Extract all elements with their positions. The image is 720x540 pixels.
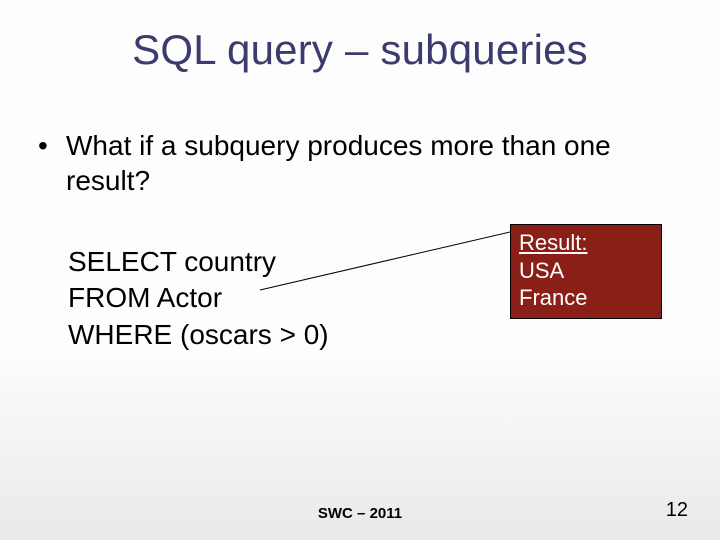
bullet-marker: • (38, 128, 66, 198)
page-number: 12 (666, 499, 688, 522)
result-row-1: USA (519, 257, 653, 285)
result-label: Result: (519, 229, 653, 257)
result-box: Result: USA France (510, 224, 662, 319)
sql-line-3: WHERE (oscars > 0) (68, 317, 682, 353)
slide: SQL query – subqueries • What if a subqu… (0, 0, 720, 540)
bullet-item: • What if a subquery produces more than … (38, 128, 682, 198)
bullet-text: What if a subquery produces more than on… (66, 128, 682, 198)
footer-text: SWC – 2011 (0, 505, 720, 522)
slide-title: SQL query – subqueries (0, 26, 720, 74)
result-row-2: France (519, 284, 653, 312)
